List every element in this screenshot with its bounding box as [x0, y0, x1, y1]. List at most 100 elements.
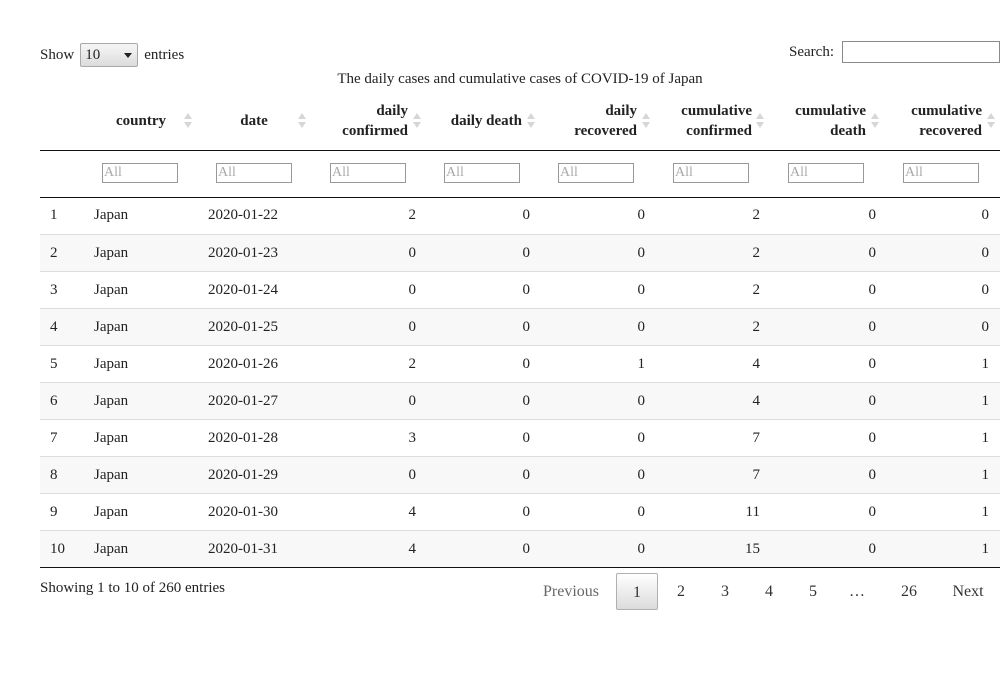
- sort-both-icon[interactable]: [184, 113, 192, 129]
- search-input[interactable]: [842, 41, 1000, 63]
- table-bottom-rule: [40, 567, 1000, 568]
- cell-cumulative-confirmed: 4: [752, 393, 761, 409]
- cell-cumulative-confirmed: 7: [752, 430, 761, 446]
- table-row: 3 Japan 2020-01-24 0 0 0 2 0 0: [40, 271, 1000, 309]
- filter-input-cumulative-confirmed[interactable]: All: [673, 163, 749, 183]
- entries-select-value: 10: [85, 46, 101, 63]
- column-header-date[interactable]: date: [218, 92, 290, 150]
- cell-daily-confirmed: 0: [408, 319, 417, 335]
- cell-date: 2020-01-29: [208, 467, 278, 483]
- table-header: country date daily confirmed daily death …: [40, 92, 1000, 150]
- cell-country: Japan: [94, 467, 129, 483]
- sort-both-icon[interactable]: [642, 113, 650, 129]
- cell-daily-recovered: 0: [637, 207, 646, 223]
- column-header-label: daily death: [450, 113, 522, 129]
- cell-cumulative-death: 0: [868, 245, 877, 261]
- table-info: Showing 1 to 10 of 260 entries: [40, 580, 225, 596]
- column-header-label: date: [240, 113, 268, 129]
- page-button-4[interactable]: 4: [754, 573, 784, 610]
- column-header-cumulative-recovered[interactable]: cumulative recovered: [898, 92, 982, 150]
- cell-index: 1: [50, 207, 58, 223]
- sort-both-icon[interactable]: [756, 113, 764, 129]
- cell-cumulative-confirmed: 15: [745, 541, 760, 557]
- cell-date: 2020-01-24: [208, 282, 278, 298]
- cell-cumulative-recovered: 0: [981, 319, 990, 335]
- cell-country: Japan: [94, 541, 129, 557]
- cell-daily-death: 0: [522, 319, 531, 335]
- length-control: Show 10 entries: [40, 43, 184, 67]
- column-header-daily-death[interactable]: daily death: [442, 92, 522, 150]
- page-button-5[interactable]: 5: [798, 573, 828, 610]
- cell-index: 3: [50, 282, 58, 298]
- cell-country: Japan: [94, 245, 129, 261]
- entries-select[interactable]: 10: [80, 43, 139, 67]
- cell-cumulative-confirmed: 4: [752, 356, 761, 372]
- sort-both-icon[interactable]: [298, 113, 306, 129]
- cell-daily-recovered: 0: [637, 393, 646, 409]
- cell-date: 2020-01-31: [208, 541, 278, 557]
- cell-cumulative-recovered: 0: [981, 282, 990, 298]
- cell-cumulative-confirmed: 2: [752, 245, 761, 261]
- cell-daily-death: 0: [522, 245, 531, 261]
- column-header-cumulative-death[interactable]: cumulative death: [784, 92, 866, 150]
- sort-both-icon[interactable]: [527, 113, 535, 129]
- table-row: 8 Japan 2020-01-29 0 0 0 7 0 1: [40, 456, 1000, 494]
- page-button-2[interactable]: 2: [666, 573, 696, 610]
- column-header-daily-confirmed[interactable]: daily confirmed: [328, 92, 408, 150]
- cell-daily-confirmed: 2: [408, 356, 417, 372]
- filter-input-country[interactable]: All: [102, 163, 178, 183]
- table-row: 9 Japan 2020-01-30 4 0 0 11 0 1: [40, 493, 1000, 531]
- cell-daily-recovered: 0: [637, 467, 646, 483]
- filter-input-daily-death[interactable]: All: [444, 163, 520, 183]
- cell-daily-recovered: 0: [637, 504, 646, 520]
- cell-cumulative-confirmed: 11: [745, 504, 760, 520]
- cell-date: 2020-01-25: [208, 319, 278, 335]
- cell-daily-death: 0: [522, 282, 531, 298]
- cell-cumulative-death: 0: [868, 282, 877, 298]
- cell-cumulative-confirmed: 2: [752, 207, 761, 223]
- sort-both-icon[interactable]: [413, 113, 421, 129]
- column-header-cumulative-confirmed[interactable]: cumulative confirmed: [670, 92, 752, 150]
- cell-index: 8: [50, 467, 58, 483]
- filter-input-daily-recovered[interactable]: All: [558, 163, 634, 183]
- cell-daily-recovered: 0: [637, 245, 646, 261]
- cell-index: 10: [50, 541, 65, 557]
- filter-input-cumulative-recovered[interactable]: All: [903, 163, 979, 183]
- cell-cumulative-recovered: 1: [981, 430, 990, 446]
- page-button-1[interactable]: 1: [616, 573, 658, 610]
- filter-input-daily-confirmed[interactable]: All: [330, 163, 406, 183]
- filter-input-cumulative-death[interactable]: All: [788, 163, 864, 183]
- column-header-label: confirmed: [686, 123, 752, 139]
- column-header-label: daily: [376, 103, 408, 119]
- previous-button[interactable]: Previous: [536, 573, 606, 610]
- filter-input-date[interactable]: All: [216, 163, 292, 183]
- cell-cumulative-death: 0: [868, 356, 877, 372]
- cell-daily-confirmed: 0: [408, 393, 417, 409]
- column-header-country[interactable]: country: [104, 92, 178, 150]
- cell-cumulative-confirmed: 2: [752, 282, 761, 298]
- column-header-label: daily: [605, 103, 637, 119]
- cell-country: Japan: [94, 356, 129, 372]
- cell-date: 2020-01-23: [208, 245, 278, 261]
- column-header-label: death: [830, 123, 866, 139]
- cell-index: 2: [50, 245, 58, 261]
- column-header-label: confirmed: [342, 123, 408, 139]
- next-button[interactable]: Next: [946, 573, 990, 610]
- sort-both-icon[interactable]: [871, 113, 879, 129]
- page-button-26[interactable]: 26: [892, 573, 926, 610]
- cell-country: Japan: [94, 430, 129, 446]
- sort-both-icon[interactable]: [987, 113, 995, 129]
- entries-label: entries: [144, 46, 185, 63]
- cell-cumulative-death: 0: [868, 467, 877, 483]
- cell-daily-confirmed: 3: [408, 430, 417, 446]
- header-divider: [40, 150, 1000, 151]
- cell-cumulative-recovered: 1: [981, 541, 990, 557]
- cell-daily-death: 0: [522, 356, 531, 372]
- cell-cumulative-recovered: 1: [981, 393, 990, 409]
- cell-cumulative-confirmed: 7: [752, 467, 761, 483]
- cell-index: 7: [50, 430, 58, 446]
- page-button-3[interactable]: 3: [710, 573, 740, 610]
- column-header-daily-recovered[interactable]: daily recovered: [556, 92, 637, 150]
- column-header-label: cumulative: [681, 103, 752, 119]
- cell-daily-death: 0: [522, 393, 531, 409]
